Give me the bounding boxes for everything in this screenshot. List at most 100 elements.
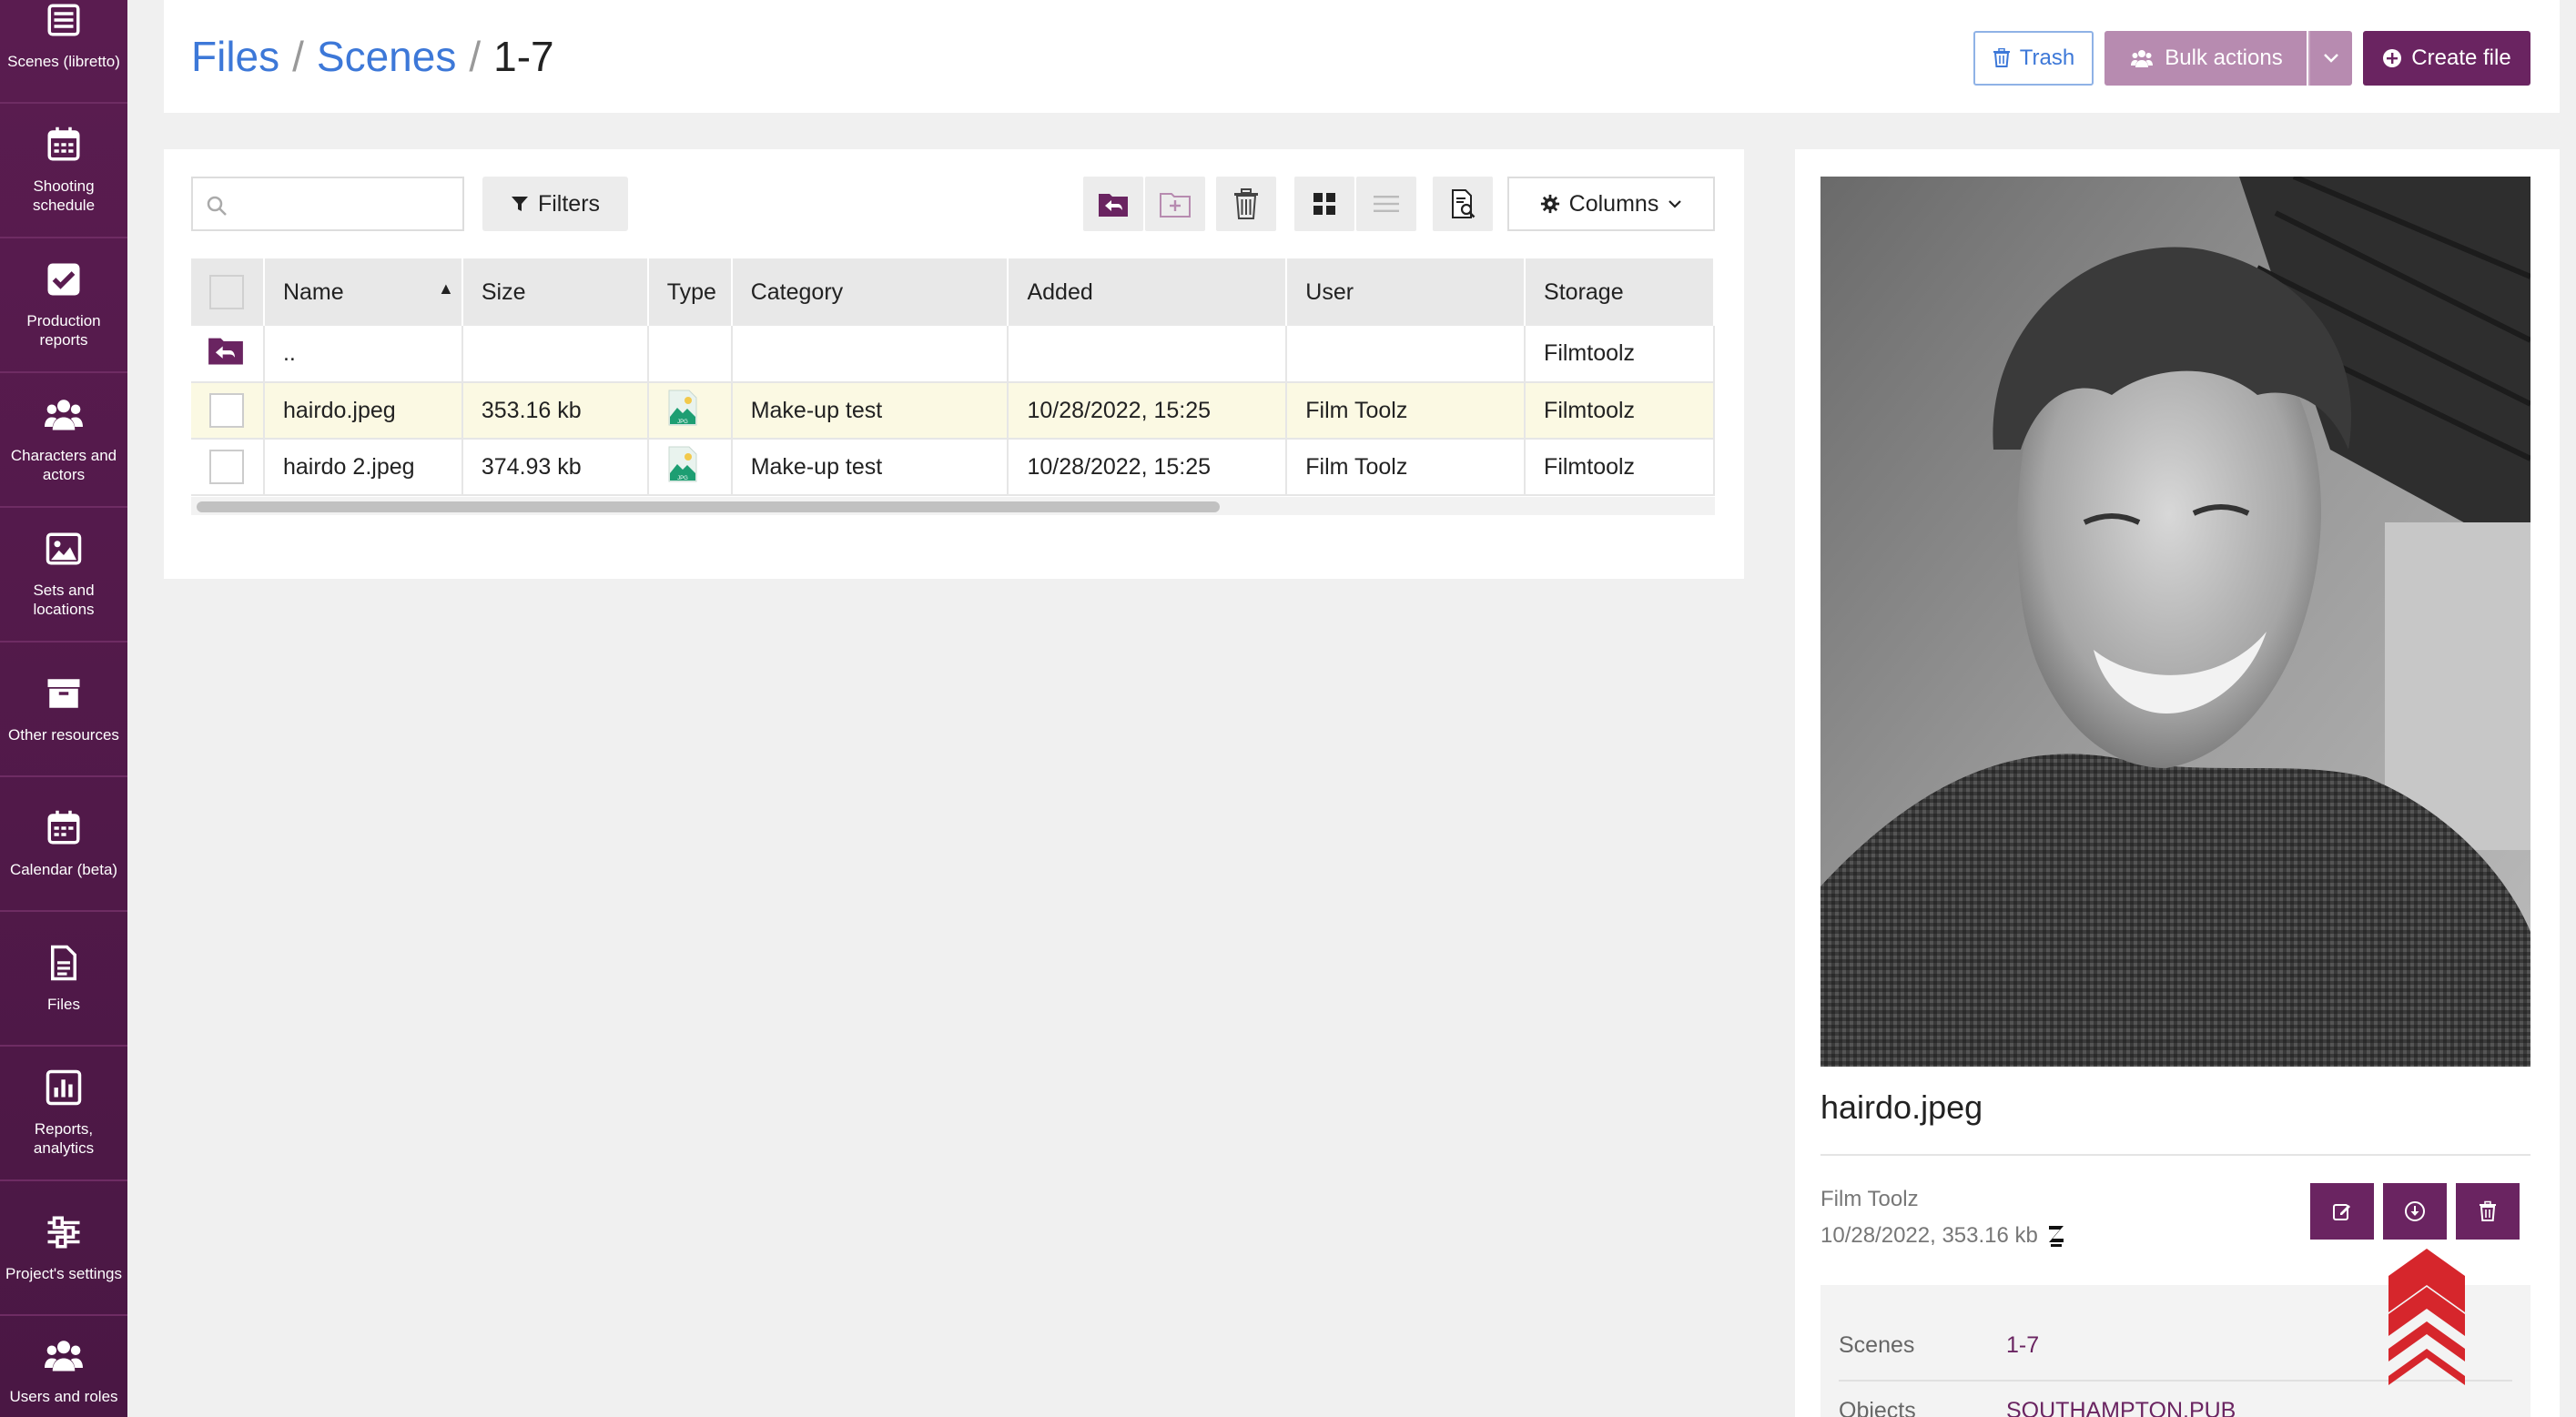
cell-storage: Filmtoolz [1525,326,1715,383]
column-header-storage[interactable]: Storage [1525,258,1715,326]
users-icon [45,400,83,430]
info-value-link[interactable]: 1-7 [2006,1332,2039,1359]
filters-button[interactable]: Filters [482,177,628,231]
search-input[interactable] [237,187,455,220]
image-preview [1820,177,2530,1067]
sidebar-item-label: Scenes (libretto) [7,52,120,70]
row-select-cell [191,439,265,496]
sort-asc-icon: ▲ [438,278,454,298]
sidebar-item-scenes[interactable]: Scenes (libretto) [0,0,127,104]
horizontal-scrollbar[interactable] [191,497,1715,515]
preview-user: Film Toolz [1820,1187,1919,1211]
image-icon [46,532,82,565]
preview-date-size-text: 10/28/2022, 353.16 kb [1820,1223,2038,1248]
sidebar-item-production-reports[interactable]: Production reports [0,238,127,373]
trash-button[interactable]: Trash [1973,31,2094,86]
column-header-label: Name [282,278,344,305]
gear-icon [1540,194,1559,214]
table-row[interactable]: hairdo.jpeg 353.16 kb JPG Make-up test 1… [191,382,1715,440]
sidebar-item-label: Characters and actors [10,447,117,483]
cell-user: Film Toolz [1286,439,1526,496]
breadcrumb-scenes[interactable]: Scenes [317,33,456,80]
file-type-badge: JPG [677,420,688,425]
sidebar-item-other-resources[interactable]: Other resources [0,643,127,777]
column-header-size[interactable]: Size [461,258,649,326]
list-icon [47,4,80,35]
file-preview-panel: hairdo.jpeg Film Toolz 10/28/2022, 353.1… [1795,149,2560,1417]
cell-type: JPG [647,439,733,496]
sidebar-item-label: Files [47,995,80,1013]
bulk-actions-button[interactable]: Bulk actions [2104,31,2307,86]
cell-size [461,326,649,383]
sidebar-item-reports[interactable]: Reports, analytics [0,1047,127,1181]
select-all-checkbox[interactable] [209,275,244,309]
breadcrumb-files[interactable]: Files [191,33,279,80]
info-key: Objects [1839,1398,1916,1417]
archive-icon [47,678,80,708]
storage-logo-icon [2048,1226,2064,1247]
sidebar-item-shooting-schedule[interactable]: Shooting schedule [0,104,127,238]
trash-button-label: Trash [2019,46,2075,70]
sidebar-item-users-roles[interactable]: Users and roles [0,1316,127,1417]
sidebar-item-sets-locations[interactable]: Sets and locations [0,508,127,643]
column-header-added[interactable]: Added [1008,258,1288,326]
cell-type: JPG [647,382,733,440]
preview-toggle-button[interactable] [1433,177,1493,231]
bulk-actions-dropdown[interactable] [2308,31,2352,86]
search-box[interactable] [191,177,464,231]
list-view-button[interactable] [1356,177,1416,231]
column-header-user[interactable]: User [1286,258,1526,326]
sidebar-item-files[interactable]: Files [0,912,127,1047]
row-checkbox[interactable] [209,393,244,428]
jpg-file-icon: JPG [668,446,697,481]
users-icon [2131,50,2154,67]
sidebar-item-label: Users and roles [9,1388,118,1405]
table-header-row: Name ▲ Size Type Category Added User Stor… [191,258,1715,326]
scrollbar-thumb[interactable] [197,501,1220,512]
grid-view-button[interactable] [1294,177,1354,231]
sidebar-item-label: Other resources [8,725,119,744]
bar-chart-icon [46,1069,82,1106]
delete-file-button[interactable] [2456,1183,2520,1240]
row-checkbox[interactable] [209,450,244,484]
sidebar-item-calendar[interactable]: Calendar (beta) [0,777,127,912]
parent-folder-button[interactable] [1083,177,1143,231]
row-icon-cell [191,326,265,383]
table-row[interactable]: hairdo 2.jpeg 374.93 kb JPG Make-up test… [191,439,1715,496]
info-value-link[interactable]: SOUTHAMPTON.PUB [2006,1398,2236,1417]
calendar-icon [47,810,80,844]
list-icon [1374,196,1399,212]
breadcrumb: Files / Scenes/1-7 [191,29,554,84]
parent-folder-row[interactable]: .. Filmtoolz [191,326,1715,383]
sidebar-item-project-settings[interactable]: Project's settings [0,1181,127,1316]
trash-icon [1234,188,1258,219]
new-folder-button[interactable] [1145,177,1205,231]
sidebar-item-characters[interactable]: Characters and actors [0,373,127,508]
divider [1820,1154,2530,1156]
cell-type [647,326,733,383]
column-header-category[interactable]: Category [731,258,1009,326]
sidebar-item-label: Project's settings [5,1264,122,1282]
scroll-to-top-icon[interactable] [2388,1249,2465,1389]
cell-added: 10/28/2022, 15:25 [1008,382,1288,440]
columns-button[interactable]: Columns [1507,177,1715,231]
edit-button[interactable] [2310,1183,2374,1240]
folder-plus-icon [1160,193,1191,218]
check-square-icon [47,263,80,296]
chevron-down-icon [1668,200,1682,208]
column-header-type[interactable]: Type [647,258,733,326]
trash-icon [1993,48,2010,67]
cell-user [1286,326,1526,383]
sidebar-item-label: Production reports [26,312,101,349]
delete-button[interactable] [1216,177,1276,231]
cell-name: .. [263,326,463,383]
trash-icon [2480,1200,2496,1221]
create-file-button[interactable]: Create file [2363,31,2530,86]
search-icon [207,196,227,216]
cell-name: hairdo.jpeg [263,382,463,440]
breadcrumb-separator: / [292,33,304,80]
download-button[interactable] [2383,1183,2447,1240]
column-header-name[interactable]: Name ▲ [263,258,463,326]
file-type-badge: JPG [677,476,688,481]
preview-file-title: hairdo.jpeg [1820,1088,1983,1126]
